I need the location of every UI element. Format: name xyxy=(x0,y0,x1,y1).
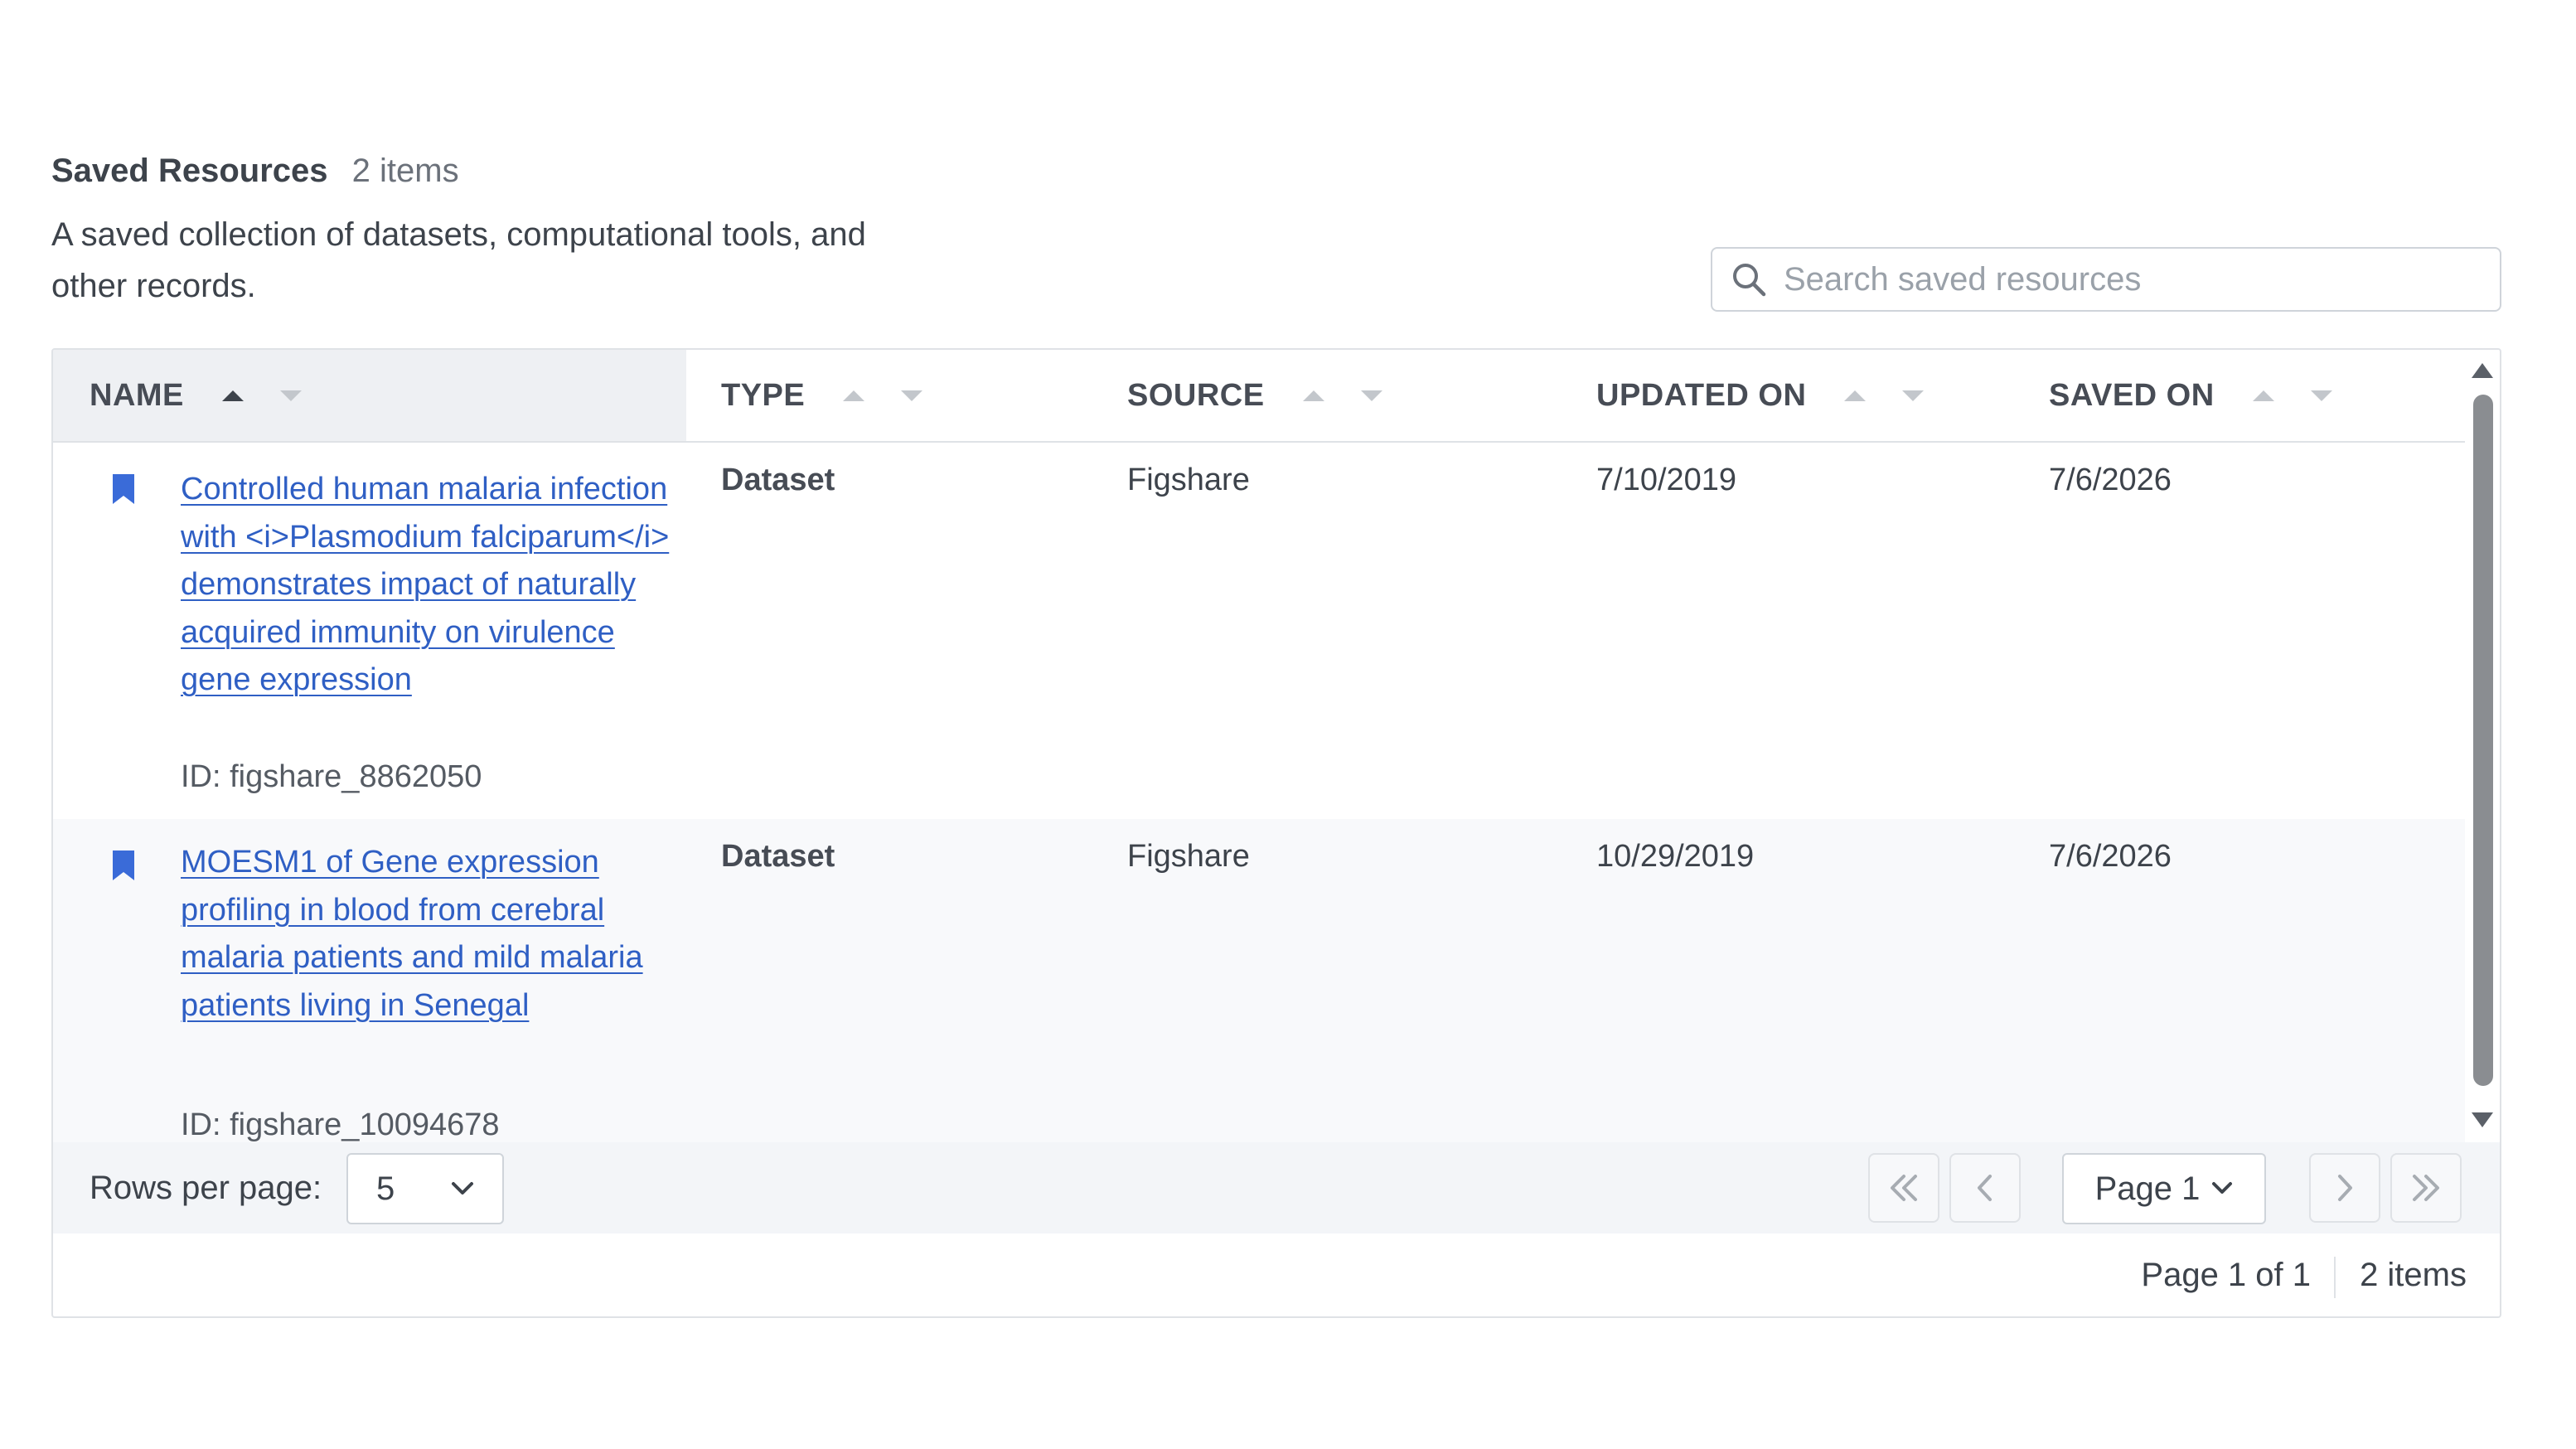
bookmark-icon[interactable] xyxy=(111,849,136,882)
table-header: NAME TYPE SOURCE UPDATED ON SAVED ON xyxy=(53,350,2465,443)
rows-per-page-value: 5 xyxy=(376,1170,395,1207)
column-header-name[interactable]: NAME xyxy=(53,350,686,441)
resource-title-link[interactable]: Controlled human malaria infection with … xyxy=(181,466,678,705)
resource-id: ID: figshare_10094678 xyxy=(181,1107,500,1142)
cell-source: Figshare xyxy=(1127,839,1250,874)
sort-descending-icon[interactable] xyxy=(2310,390,2332,401)
next-page-button[interactable] xyxy=(2309,1153,2380,1223)
pagination-bar: Rows per page: 5 Page 1 xyxy=(53,1142,2500,1233)
saved-resources-table: NAME TYPE SOURCE UPDATED ON SAVED ON Con… xyxy=(51,348,2501,1318)
search-icon xyxy=(1733,264,1766,297)
sort-control[interactable] xyxy=(1844,390,1925,401)
column-header-updated-on[interactable]: UPDATED ON xyxy=(1596,350,1925,441)
page-select-value: Page 1 xyxy=(2094,1170,2201,1207)
scroll-down-arrow-icon[interactable] xyxy=(2472,1112,2493,1127)
sort-ascending-icon[interactable] xyxy=(2252,390,2274,401)
vertical-scrollbar[interactable] xyxy=(2465,350,2500,1146)
cell-saved-on: 7/6/2026 xyxy=(2049,463,2172,497)
double-chevron-left-icon xyxy=(1891,1175,1917,1201)
sort-ascending-icon[interactable] xyxy=(221,390,244,401)
cell-type: Dataset xyxy=(721,463,835,497)
sort-ascending-icon[interactable] xyxy=(1844,390,1867,401)
last-page-button[interactable] xyxy=(2390,1153,2462,1223)
column-header-saved-on[interactable]: SAVED ON xyxy=(2049,350,2332,441)
scroll-up-arrow-icon[interactable] xyxy=(2472,363,2493,378)
sort-ascending-icon[interactable] xyxy=(843,390,865,401)
sort-control[interactable] xyxy=(843,390,923,401)
chevron-left-icon xyxy=(1978,1175,1992,1201)
sort-descending-icon[interactable] xyxy=(1360,390,1382,401)
column-header-type[interactable]: TYPE xyxy=(721,350,923,441)
resource-title-link[interactable]: MOESM1 of Gene expression profiling in b… xyxy=(181,839,678,1030)
resource-id: ID: figshare_8862050 xyxy=(181,759,482,794)
column-header-source[interactable]: SOURCE xyxy=(1127,350,1382,441)
page-select[interactable]: Page 1 xyxy=(2062,1153,2266,1224)
sort-ascending-icon[interactable] xyxy=(1302,390,1324,401)
search-box[interactable] xyxy=(1711,247,2501,312)
total-items-label: 2 items xyxy=(2360,1257,2467,1293)
sort-control[interactable] xyxy=(221,390,302,401)
chevron-right-icon xyxy=(2338,1175,2352,1201)
cell-type: Dataset xyxy=(721,839,835,874)
chevron-down-icon xyxy=(2212,1182,2233,1194)
table-row: Controlled human malaria infection with … xyxy=(53,443,2465,819)
page-description: A saved collection of datasets, computat… xyxy=(51,216,866,304)
chevron-down-icon xyxy=(452,1182,473,1195)
cell-updated-on: 10/29/2019 xyxy=(1596,839,1755,874)
item-count: 2 items xyxy=(351,153,459,189)
page-of-label: Page 1 of 1 xyxy=(2141,1257,2311,1293)
page-header: Saved Resources 2 items xyxy=(51,146,459,196)
divider xyxy=(2334,1257,2336,1298)
cell-saved-on: 7/6/2026 xyxy=(2049,839,2172,874)
column-label-updated-on: UPDATED ON xyxy=(1596,377,1807,413)
double-chevron-right-icon xyxy=(2413,1175,2439,1201)
previous-page-button[interactable] xyxy=(1949,1153,2021,1223)
sort-descending-icon[interactable] xyxy=(901,390,923,401)
column-label-type: TYPE xyxy=(721,377,806,413)
column-label-source: SOURCE xyxy=(1127,377,1265,413)
cell-source: Figshare xyxy=(1127,463,1250,497)
column-label-saved-on: SAVED ON xyxy=(2049,377,2215,413)
sort-control[interactable] xyxy=(2252,390,2332,401)
pagination-summary: Page 1 of 1 2 items xyxy=(53,1233,2500,1316)
first-page-button[interactable] xyxy=(1868,1153,1939,1223)
cell-updated-on: 7/10/2019 xyxy=(1596,463,1737,497)
rows-per-page-select[interactable]: 5 xyxy=(346,1153,504,1224)
sort-descending-icon[interactable] xyxy=(279,390,302,401)
table-row: MOESM1 of Gene expression profiling in b… xyxy=(53,819,2465,1146)
sort-descending-icon[interactable] xyxy=(1902,390,1925,401)
page-title: Saved Resources xyxy=(51,153,328,189)
sort-control[interactable] xyxy=(1302,390,1382,401)
column-label-name: NAME xyxy=(90,377,184,413)
bookmark-icon[interactable] xyxy=(111,472,136,506)
rows-per-page-label: Rows per page: xyxy=(90,1170,322,1206)
scrollbar-thumb[interactable] xyxy=(2473,395,2493,1086)
search-input[interactable] xyxy=(1782,259,2482,299)
